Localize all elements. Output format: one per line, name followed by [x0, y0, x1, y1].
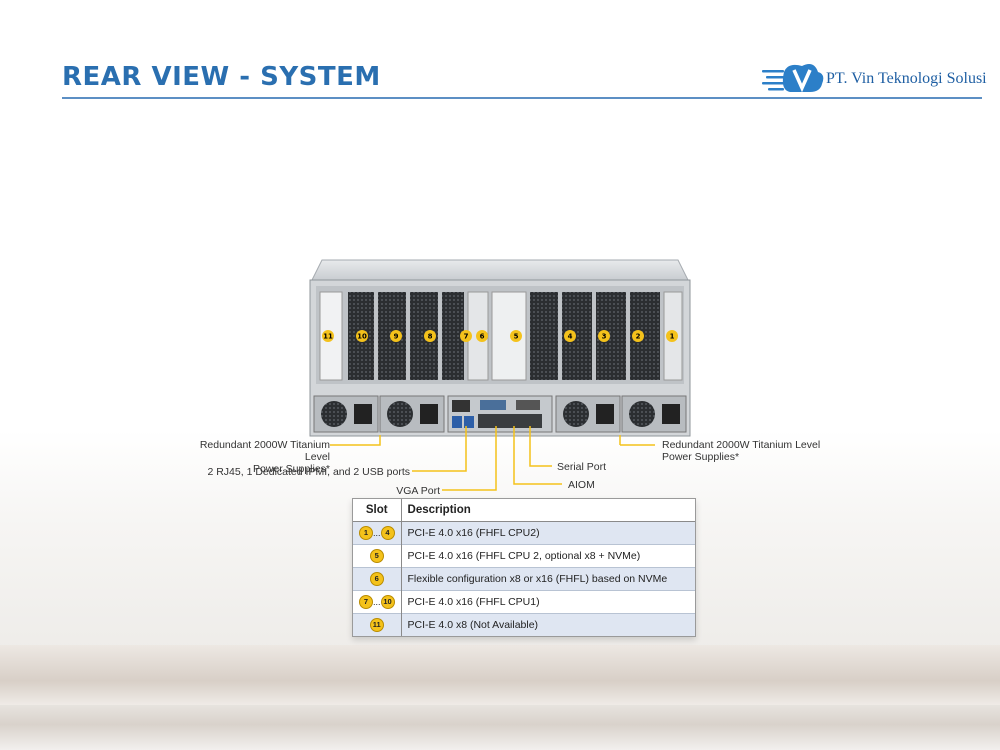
slot-badge: 7: [359, 595, 373, 609]
slot-badge: 4: [380, 526, 395, 540]
column-header-description: Description: [401, 499, 695, 522]
callout-lines: [330, 426, 655, 491]
table-row: 1... 4 PCI-E 4.0 x16 (FHFL CPU2): [353, 521, 695, 545]
callout-psu-right: Redundant 2000W Titanium Level Power Sup…: [662, 439, 821, 463]
slot-description: PCI-E 4.0 x16 (FHFL CPU 2, optional x8 +…: [401, 544, 695, 568]
slot-description: Flexible configuration x8 or x16 (FHFL) …: [401, 567, 695, 591]
table-row: 5 PCI-E 4.0 x16 (FHFL CPU 2, optional x8…: [353, 544, 695, 568]
table-header-row: Slot Description: [353, 499, 695, 522]
table-row: 7... 10 PCI-E 4.0 x16 (FHFL CPU1): [353, 590, 695, 614]
callout-serial: Serial Port: [557, 461, 607, 473]
callout-vga: VGA Port: [396, 485, 440, 497]
slot-badge: 6: [369, 572, 384, 586]
slot-range-separator: ...: [373, 597, 381, 607]
slot-description: PCI-E 4.0 x8 (Not Available): [401, 613, 695, 636]
slot-badge: 11: [369, 618, 384, 632]
slot-range-separator: ...: [373, 528, 381, 538]
table-row: 6 Flexible configuration x8 or x16 (FHFL…: [353, 567, 695, 591]
table-row: 11 PCI-E 4.0 x8 (Not Available): [353, 613, 695, 636]
slot-badge: 1: [359, 526, 373, 540]
callout-ports: 2 RJ45, 1 Dedicated IPMI, and 2 USB port…: [207, 466, 410, 478]
slot-table: Slot Description 1... 4 PCI-E 4.0 x16 (FH…: [352, 498, 696, 637]
column-header-slot: Slot: [353, 499, 402, 522]
slot-description: PCI-E 4.0 x16 (FHFL CPU1): [401, 590, 695, 614]
slot-description: PCI-E 4.0 x16 (FHFL CPU2): [401, 521, 695, 545]
slot-badge: 5: [369, 549, 384, 563]
callout-aiom: AIOM: [568, 479, 595, 491]
slot-badge: 10: [380, 595, 395, 609]
